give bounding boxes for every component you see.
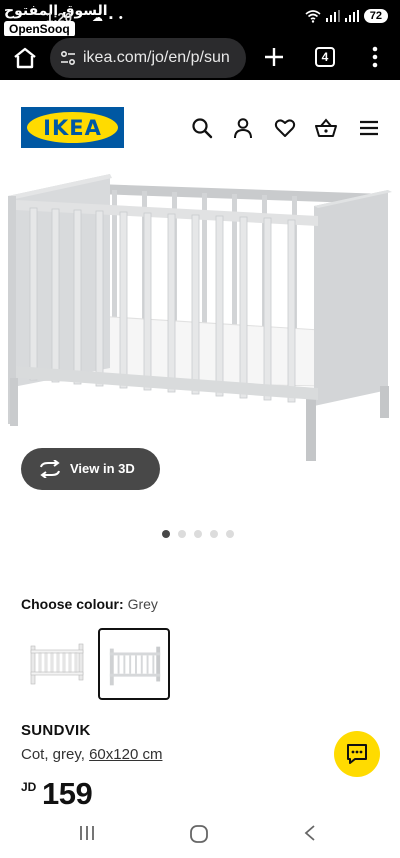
signal-icon — [325, 10, 340, 22]
colour-value: Grey — [127, 596, 158, 612]
status-right: 72 — [305, 9, 388, 23]
system-nav-bar — [0, 808, 400, 858]
dot-icon: • — [118, 12, 129, 24]
grey-cot-thumbnail — [109, 646, 161, 686]
wifi-icon — [305, 10, 321, 23]
notification-icons: ☁▪• — [92, 11, 129, 24]
view-in-3d-button[interactable]: View in 3D — [21, 448, 160, 490]
more-vert-icon[interactable] — [365, 45, 385, 69]
colour-label: Choose colour: — [21, 596, 124, 612]
signal-icon-2 — [344, 10, 359, 22]
home-icon[interactable] — [12, 45, 38, 71]
gallery-dot[interactable] — [210, 530, 218, 538]
tab-switcher-button[interactable]: 4 — [315, 47, 335, 67]
home-nav-icon[interactable] — [189, 824, 209, 844]
browser-toolbar: ikea.com/jo/en/p/sun 4 — [0, 36, 400, 80]
rotate-3d-icon — [40, 460, 60, 478]
site-settings-icon[interactable] — [59, 49, 77, 67]
address-bar[interactable]: ikea.com/jo/en/p/sun — [50, 38, 246, 78]
price-currency: JD — [21, 780, 37, 794]
cloud-icon: ☁ — [92, 12, 109, 24]
product-dimension-link[interactable]: 60x120 cm — [89, 746, 162, 763]
colour-selector-label: Choose colour: Grey — [21, 596, 158, 612]
search-icon[interactable] — [191, 117, 213, 139]
site-header: IKEA — [0, 80, 400, 168]
favourites-heart-icon[interactable] — [274, 117, 296, 139]
product-name: SUNDVIK — [21, 722, 91, 739]
status-bar: السوق المفتوح 1:20 OpenSooq ☁▪• 72 — [0, 0, 400, 37]
gallery-dot[interactable] — [178, 530, 186, 538]
account-icon[interactable] — [232, 117, 254, 139]
view-in-3d-label: View in 3D — [70, 461, 135, 476]
watermark-opensooq: OpenSooq — [4, 21, 75, 37]
white-cot-thumbnail — [30, 643, 84, 685]
battery-badge: 72 — [363, 9, 388, 23]
logo-text: IKEA — [43, 116, 102, 140]
colour-swatch-white[interactable] — [21, 628, 93, 700]
chat-bubble-icon — [347, 744, 367, 764]
url-text: ikea.com/jo/en/p/sun — [83, 49, 230, 66]
shopping-bag-icon[interactable] — [315, 117, 337, 139]
gallery-dot[interactable] — [162, 530, 170, 538]
price-amount: 159 — [42, 776, 93, 811]
product-description: Cot, grey, 60x120 cm — [21, 746, 162, 763]
colour-swatch-grey-selected[interactable] — [98, 628, 170, 700]
chat-button[interactable] — [334, 731, 380, 777]
image-icon: ▪ — [109, 12, 119, 24]
gallery-dot[interactable] — [226, 530, 234, 538]
new-tab-icon[interactable] — [262, 45, 286, 69]
gallery-pagination — [162, 530, 234, 538]
ikea-logo[interactable]: IKEA — [21, 107, 124, 148]
hamburger-menu-icon[interactable] — [358, 117, 380, 139]
product-desc-text: Cot, grey, — [21, 746, 90, 763]
back-icon[interactable] — [302, 824, 318, 842]
recent-apps-icon[interactable] — [78, 824, 96, 842]
gallery-dot[interactable] — [194, 530, 202, 538]
